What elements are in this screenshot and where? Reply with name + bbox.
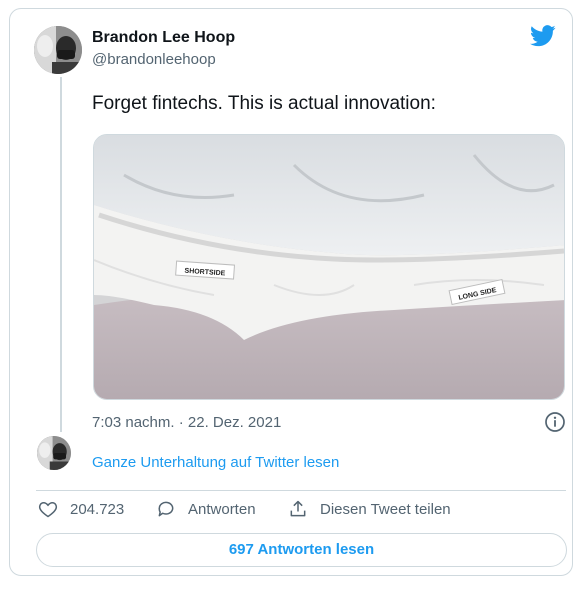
divider <box>36 490 566 491</box>
author-handle[interactable]: @brandonleehoop <box>92 51 216 68</box>
share-button[interactable]: Diesen Tweet teilen <box>288 499 451 519</box>
like-count: 204.723 <box>70 500 125 518</box>
tweet-timestamp[interactable]: 7:03 nachm. · 22. Dez. 2021 <box>92 414 281 431</box>
tweet-text: Forget fintechs. This is actual innovati… <box>92 93 436 114</box>
like-button[interactable]: 204.723 <box>38 499 124 519</box>
reply-label: Antworten <box>188 500 256 518</box>
tweet-embed-card: Brandon Lee Hoop @brandonleehoop Forget … <box>9 8 573 576</box>
share-icon <box>290 500 306 517</box>
twitter-bird-icon[interactable] <box>530 25 556 47</box>
read-replies-button[interactable]: 697 Antworten lesen <box>36 533 567 567</box>
read-full-conversation-link[interactable]: Ganze Unterhaltung auf Twitter lesen <box>92 454 339 471</box>
author-name[interactable]: Brandon Lee Hoop <box>92 29 235 47</box>
info-icon[interactable] <box>544 411 566 433</box>
share-label: Diesen Tweet teilen <box>320 500 451 518</box>
reply-button[interactable]: Antworten <box>156 499 256 519</box>
thread-line <box>60 77 62 432</box>
reply-icon <box>158 501 174 517</box>
heart-icon <box>38 501 58 518</box>
thread-avatar[interactable] <box>37 436 71 470</box>
tweet-photo[interactable]: SHORTSIDE LONG SIDE <box>93 134 565 400</box>
author-avatar[interactable] <box>34 26 82 74</box>
